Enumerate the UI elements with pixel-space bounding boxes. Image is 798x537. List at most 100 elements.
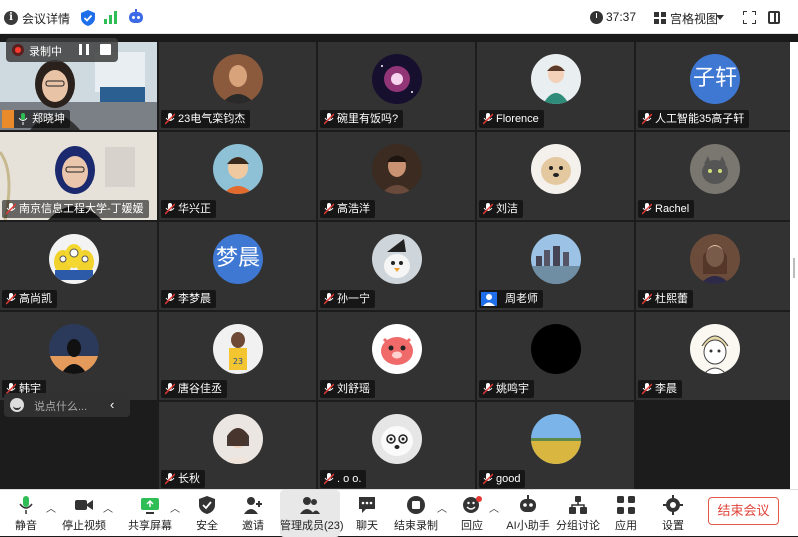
participant-tile[interactable]: 刘舒瑶 xyxy=(318,312,475,400)
end-recording-button[interactable]: 结束录制 xyxy=(394,490,438,537)
participant-nameplate: 唐谷佳丞 xyxy=(161,380,227,398)
ai-assistant-button[interactable]: AI小助手 xyxy=(506,490,550,537)
signal-icon[interactable] xyxy=(104,10,118,24)
emoji-icon[interactable] xyxy=(10,398,24,412)
chat-input[interactable]: 说点什么... xyxy=(34,398,87,414)
breakout-button[interactable]: 分组讨论 xyxy=(556,490,600,537)
grid-view-icon[interactable] xyxy=(654,12,666,24)
participant-nameplate: good xyxy=(479,470,526,488)
participant-nameplate: . o o. xyxy=(320,470,367,488)
reactions-button[interactable]: 回应 xyxy=(455,490,489,537)
apps-grid-icon xyxy=(617,496,635,514)
quick-chat-box[interactable]: 说点什么... ‹ xyxy=(4,393,130,417)
view-mode-selector[interactable]: 宫格视图 xyxy=(670,10,718,27)
gear-icon xyxy=(663,495,683,515)
ai-bot-icon[interactable] xyxy=(128,9,144,25)
participant-tile[interactable]: 长秋 xyxy=(159,402,316,490)
participant-avatar xyxy=(372,414,422,464)
participant-tile[interactable]: 姚鸣宇 xyxy=(477,312,634,400)
mic-muted-icon xyxy=(165,383,175,395)
participant-tile[interactable]: . o o. xyxy=(318,402,475,490)
participant-tile[interactable]: Florence xyxy=(477,42,634,130)
mic-muted-icon xyxy=(165,293,175,305)
participant-avatar xyxy=(372,234,422,284)
add-user-icon xyxy=(244,497,262,514)
participant-nameplate: 姚鸣宇 xyxy=(479,380,534,398)
participant-name: 刘舒瑶 xyxy=(337,383,370,395)
participant-tile[interactable]: 碗里有饭吗? xyxy=(318,42,475,130)
sidebar-toggle-icon[interactable] xyxy=(768,11,780,24)
participant-name: 李梦晨 xyxy=(178,293,211,305)
reaction-options-chevron-icon[interactable]: ︿ xyxy=(489,500,499,515)
participant-avatar xyxy=(531,324,581,374)
pause-recording-button[interactable] xyxy=(79,44,89,55)
share-screen-button[interactable]: 共享屏幕 xyxy=(127,490,173,537)
participant-avatar xyxy=(531,144,581,194)
members-icon xyxy=(300,497,320,514)
mic-muted-icon xyxy=(324,293,334,305)
participant-name: 长秋 xyxy=(178,473,200,485)
participant-tile[interactable]: 23电气栾钧杰 xyxy=(159,42,316,130)
participant-name: 郑晓坤 xyxy=(32,113,65,125)
participant-tile[interactable]: 杜熙蕾 xyxy=(636,222,793,310)
participant-tile[interactable]: 高尚凯 xyxy=(0,222,157,310)
participant-tile[interactable]: 南京信息工程大学-丁媛媛 xyxy=(0,132,157,220)
mic-muted-icon xyxy=(642,203,652,215)
settings-button[interactable]: 设置 xyxy=(656,490,690,537)
participant-tile[interactable]: 子轩 人工智能35高子轩 xyxy=(636,42,793,130)
mic-muted-icon xyxy=(6,203,16,215)
security-button[interactable]: 安全 xyxy=(190,490,224,537)
participant-name: good xyxy=(496,473,521,485)
security-label: 安全 xyxy=(196,520,218,532)
manage-members-button[interactable]: 管理成员(23) xyxy=(280,490,344,537)
participant-name: 碗里有饭吗? xyxy=(337,113,399,125)
mute-button[interactable]: 静音 xyxy=(8,490,44,537)
settings-label: 设置 xyxy=(662,520,684,532)
participant-tile[interactable]: good xyxy=(477,402,634,490)
participant-tile[interactable]: 周老师 xyxy=(477,222,634,310)
recording-label: 录制中 xyxy=(29,46,62,58)
participant-name: 杜熙蕾 xyxy=(655,293,688,305)
collapse-chat-icon[interactable]: ‹ xyxy=(110,397,114,412)
participant-tile[interactable]: 孙一宁 xyxy=(318,222,475,310)
mic-muted-icon xyxy=(324,203,334,215)
stop-video-button[interactable]: 停止视频 xyxy=(60,490,108,537)
share-options-chevron-icon[interactable]: ︿ xyxy=(170,500,180,515)
stop-video-label: 停止视频 xyxy=(62,520,106,532)
participant-tile[interactable]: Rachel xyxy=(636,132,793,220)
participant-tile[interactable]: 23 唐谷佳丞 xyxy=(159,312,316,400)
participant-tile[interactable]: 韩宇 xyxy=(0,312,157,400)
participant-tile[interactable]: 梦晨 李梦晨 xyxy=(159,222,316,310)
meeting-details-title[interactable]: 会议详情 xyxy=(22,10,70,27)
participant-tile[interactable]: 华兴正 xyxy=(159,132,316,220)
chevron-down-icon[interactable] xyxy=(716,15,724,20)
meeting-timer: 37:37 xyxy=(606,10,637,24)
mic-muted-icon xyxy=(324,473,334,485)
invite-button[interactable]: 邀请 xyxy=(236,490,270,537)
apps-button[interactable]: 应用 xyxy=(609,490,643,537)
participant-tile[interactable]: 高浩洋 xyxy=(318,132,475,220)
recording-options-chevron-icon[interactable]: ︿ xyxy=(437,500,447,515)
video-options-chevron-icon[interactable]: ︿ xyxy=(103,500,113,515)
microphone-icon xyxy=(19,496,33,514)
mute-label: 静音 xyxy=(15,520,37,532)
fullscreen-icon[interactable] xyxy=(743,11,756,24)
mute-options-chevron-icon[interactable]: ︿ xyxy=(46,500,56,515)
mic-muted-icon xyxy=(165,473,175,485)
participant-tile[interactable]: 李晨 xyxy=(636,312,793,400)
chat-button[interactable]: 聊天 xyxy=(350,490,384,537)
title-bar: i 会议详情 37:37 宫格视图 xyxy=(0,0,798,34)
participant-tile[interactable]: 刘洁 xyxy=(477,132,634,220)
participant-avatar xyxy=(372,144,422,194)
svg-text:23: 23 xyxy=(233,357,243,366)
participant-nameplate: 人工智能35高子轩 xyxy=(638,110,750,128)
end-recording-label: 结束录制 xyxy=(394,520,438,532)
manage-members-label: 管理成员(23) xyxy=(280,520,344,532)
participant-nameplate: 刘洁 xyxy=(479,200,523,218)
info-icon[interactable]: i xyxy=(4,11,18,25)
participant-name: 唐谷佳丞 xyxy=(178,383,222,395)
scrollbar-handle[interactable] xyxy=(793,258,795,278)
stop-recording-button[interactable] xyxy=(100,44,111,55)
shield-icon[interactable] xyxy=(81,10,95,26)
end-meeting-button[interactable]: 结束会议 xyxy=(708,497,779,525)
